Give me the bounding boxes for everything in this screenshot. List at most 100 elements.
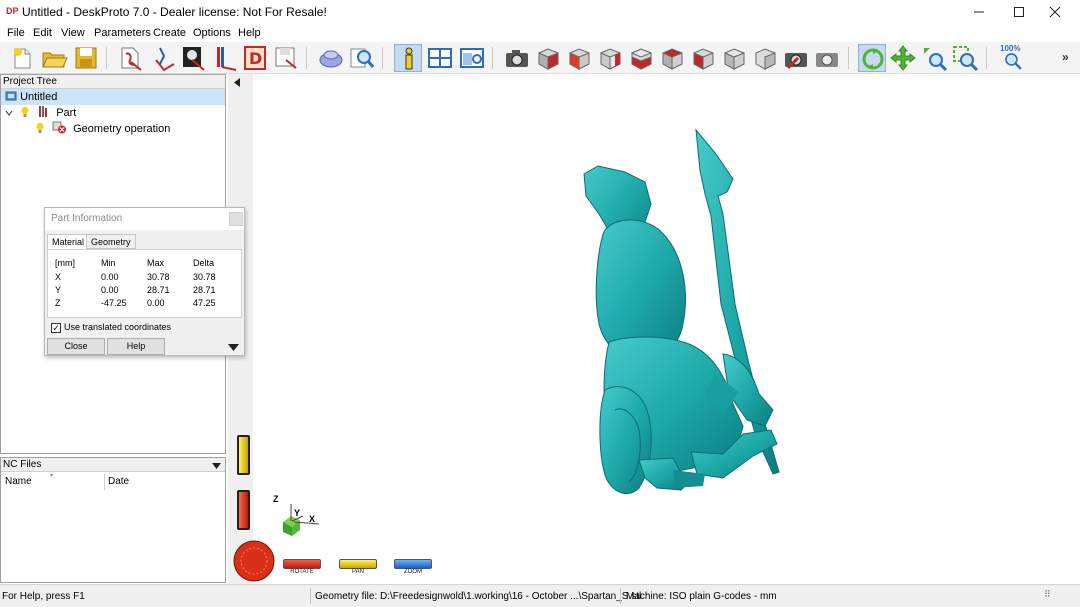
use-translated-coordinates-checkbox[interactable]: ✓ Use translated coordinates bbox=[51, 322, 171, 333]
zoom-window-icon[interactable] bbox=[951, 44, 979, 72]
import-part-icon[interactable] bbox=[117, 44, 145, 72]
zoom-mode-icon[interactable] bbox=[920, 44, 948, 72]
simulate-icon[interactable] bbox=[317, 44, 345, 72]
zoom-mode-button[interactable]: ZOOM bbox=[394, 559, 432, 575]
pan-mode-button[interactable]: PAN bbox=[339, 559, 377, 575]
app-icon: DP bbox=[6, 6, 19, 16]
rotate-slider[interactable] bbox=[237, 490, 250, 530]
window-title: Untitled - DeskProto 7.0 - Dealer licens… bbox=[22, 5, 327, 19]
view-top-icon[interactable] bbox=[658, 44, 686, 72]
tree-item-label: Untitled bbox=[20, 91, 58, 103]
screenshot-icon[interactable] bbox=[782, 44, 810, 72]
dialog-title: Part Information bbox=[51, 213, 123, 224]
window-layout-icon[interactable] bbox=[426, 44, 454, 72]
open-project-icon[interactable] bbox=[40, 44, 68, 72]
minimize-button[interactable] bbox=[962, 0, 996, 24]
row-min: -47.25 bbox=[101, 298, 127, 308]
lightbulb-icon[interactable] bbox=[35, 122, 49, 139]
dimensions-table: [mm] Min Max Delta X 0.00 30.78 30.78 Y … bbox=[47, 249, 242, 318]
render-settings-icon[interactable] bbox=[813, 44, 841, 72]
import-vector-icon[interactable] bbox=[150, 44, 178, 72]
rotate-dial[interactable] bbox=[233, 540, 275, 582]
table-header-min: Min bbox=[101, 258, 116, 268]
view-iso-icon[interactable] bbox=[720, 44, 748, 72]
toolbar: D 100% » bbox=[0, 42, 1080, 74]
column-divider[interactable] bbox=[104, 474, 105, 490]
close-button[interactable]: Close bbox=[47, 338, 105, 355]
view-front-icon[interactable] bbox=[534, 44, 562, 72]
dropdown-arrow-icon[interactable] bbox=[212, 461, 221, 472]
menu-view[interactable]: View bbox=[61, 27, 85, 39]
3d-viewport[interactable]: Z Y X ROTATE PAN ZOOM bbox=[253, 74, 1080, 584]
edit-part-icon[interactable] bbox=[212, 44, 240, 72]
checkmark-icon[interactable]: ✓ bbox=[51, 323, 61, 333]
view-reset-icon[interactable] bbox=[751, 44, 779, 72]
rotate-mode-label: ROTATE bbox=[290, 569, 314, 575]
menu-help[interactable]: Help bbox=[238, 27, 261, 39]
status-bar: For Help, press F1 Geometry file: D:\Fre… bbox=[0, 584, 1080, 607]
row-axis: X bbox=[55, 272, 62, 282]
menu-create[interactable]: Create bbox=[153, 27, 186, 39]
row-delta: 47.25 bbox=[193, 298, 216, 308]
chevron-down-icon[interactable] bbox=[5, 106, 17, 122]
create-design-icon[interactable]: D bbox=[242, 44, 270, 72]
menu-parameters[interactable]: Parameters bbox=[94, 27, 151, 39]
dialog-close-button[interactable] bbox=[229, 212, 243, 226]
toolbar-overflow-button[interactable]: » bbox=[1062, 50, 1069, 64]
tab-geometry[interactable]: Geometry bbox=[86, 234, 136, 249]
zoom-fit-icon[interactable]: 100% bbox=[998, 44, 1030, 72]
nc-files-title: NC Files bbox=[3, 459, 42, 470]
status-divider bbox=[620, 588, 621, 604]
row-max: 30.78 bbox=[147, 272, 170, 282]
resize-grip-icon[interactable]: ⠿ bbox=[1044, 589, 1051, 600]
axis-label-y: Y bbox=[294, 508, 301, 518]
part-information-dialog: Part Information Material Geometry [mm] … bbox=[44, 207, 245, 356]
dialog-titlebar[interactable]: Part Information bbox=[45, 208, 244, 230]
new-project-icon[interactable] bbox=[8, 44, 36, 72]
view-right-icon[interactable] bbox=[627, 44, 655, 72]
menu-options[interactable]: Options bbox=[193, 27, 231, 39]
spartan-model-render[interactable] bbox=[253, 74, 1080, 584]
info-icon[interactable] bbox=[394, 44, 422, 72]
lightbulb-icon[interactable] bbox=[20, 106, 34, 123]
axis-label-z: Z bbox=[273, 494, 279, 504]
find-icon[interactable] bbox=[348, 44, 376, 72]
tree-item-part[interactable]: Part bbox=[5, 105, 76, 121]
save-design-icon[interactable] bbox=[272, 44, 300, 72]
sort-indicator-icon: ▾ bbox=[50, 473, 54, 479]
row-min: 0.00 bbox=[101, 285, 119, 295]
nc-column-name[interactable]: Name bbox=[5, 476, 32, 487]
pan-slider[interactable] bbox=[237, 435, 250, 475]
menu-file[interactable]: File bbox=[7, 27, 25, 39]
view-bottom-icon[interactable] bbox=[689, 44, 717, 72]
pan-mode-label: PAN bbox=[352, 569, 364, 575]
close-window-button[interactable] bbox=[1038, 0, 1072, 24]
rotate-mode-icon[interactable] bbox=[858, 44, 886, 72]
svg-text:D: D bbox=[249, 49, 262, 68]
help-button[interactable]: Help bbox=[107, 338, 165, 355]
menu-bar: File Edit View Parameters Create Options… bbox=[0, 24, 1080, 42]
nc-column-date[interactable]: Date bbox=[108, 476, 129, 487]
nc-files-header: NC Files bbox=[1, 458, 225, 472]
rotate-mode-button[interactable]: ROTATE bbox=[283, 559, 321, 575]
checkbox-label: Use translated coordinates bbox=[64, 322, 172, 332]
import-bitmap-icon[interactable] bbox=[180, 44, 208, 72]
camera-icon[interactable] bbox=[503, 44, 531, 72]
maximize-button[interactable] bbox=[1002, 0, 1036, 24]
expand-arrow-icon[interactable] bbox=[228, 342, 239, 354]
zoom-mode-label: ZOOM bbox=[404, 569, 422, 575]
pan-mode-icon[interactable] bbox=[889, 44, 917, 72]
table-header-delta: Delta bbox=[193, 258, 215, 268]
view-back-icon[interactable] bbox=[565, 44, 593, 72]
tab-material[interactable]: Material bbox=[47, 234, 90, 250]
tree-item-geometry-operation[interactable]: Geometry operation bbox=[35, 121, 170, 137]
tree-item-untitled[interactable]: Untitled bbox=[1, 89, 225, 105]
view-icon[interactable] bbox=[458, 44, 486, 72]
title-bar: DP Untitled - DeskProto 7.0 - Dealer lic… bbox=[0, 0, 1080, 24]
view-left-icon[interactable] bbox=[596, 44, 624, 72]
row-delta: 30.78 bbox=[193, 272, 216, 282]
row-axis: Y bbox=[55, 285, 62, 295]
menu-edit[interactable]: Edit bbox=[33, 27, 52, 39]
save-project-icon[interactable] bbox=[72, 44, 100, 72]
collapse-arrow-icon[interactable] bbox=[234, 78, 240, 90]
